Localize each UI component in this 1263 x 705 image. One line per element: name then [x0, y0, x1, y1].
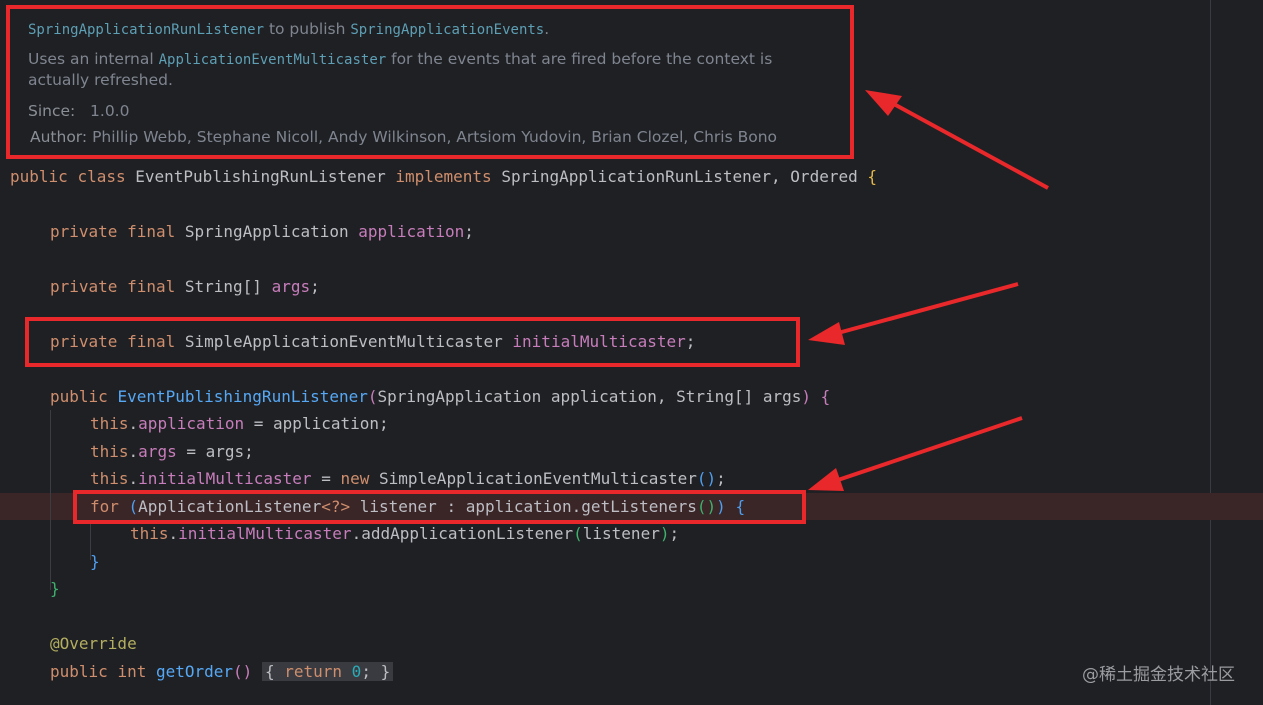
annotation-arrows: [808, 90, 1049, 491]
watermark: @稀土掘金技术社区: [1082, 665, 1235, 685]
arrow-icon: [808, 282, 1019, 345]
arrow-icon: [865, 90, 1049, 190]
arrow-icon: [808, 416, 1023, 491]
